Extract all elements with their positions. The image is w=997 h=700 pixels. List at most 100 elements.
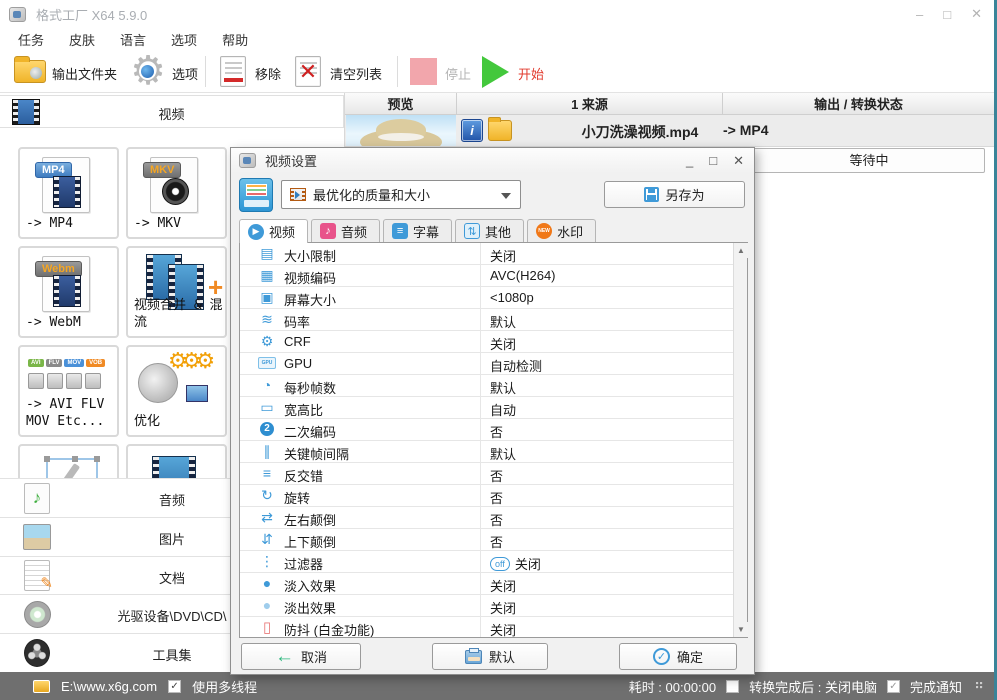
clear-list-icon[interactable]: ✕ xyxy=(295,56,321,87)
setting-row-bitrate[interactable]: ≋ 码率 默认 xyxy=(240,309,734,331)
dialog-maximize-button[interactable]: □ xyxy=(709,153,717,168)
setting-row-aspect[interactable]: ▭ 宽高比 自动 xyxy=(240,397,734,419)
remove-button[interactable]: 移除 xyxy=(255,64,281,83)
setting-row-ruler[interactable]: ▤ 大小限制 关闭 xyxy=(240,243,734,265)
status-badge: 等待中 xyxy=(753,148,985,173)
settings-table: ▤ 大小限制 关闭 ▦ 视频编码 AVC(H264) ▣ 屏幕大小 <1080p ≋ 码率 默认 ⚙ CR… xyxy=(239,242,748,638)
setting-row-keyframe[interactable]: ∥ 关键帧间隔 默认 xyxy=(240,441,734,463)
setting-label: 视频编码 xyxy=(284,271,337,286)
dialog-icon xyxy=(239,153,256,168)
maximize-button[interactable]: □ xyxy=(943,7,951,22)
check-circle-icon: ✓ xyxy=(652,648,670,665)
setting-label: 淡入效果 xyxy=(284,579,337,594)
minimize-button[interactable]: – xyxy=(916,7,923,22)
setting-row-fade-out[interactable]: ● 淡出效果 关闭 xyxy=(240,595,734,617)
setting-row-gpu[interactable]: GPU GPU 自动检测 xyxy=(240,353,734,375)
setting-value-text: 默认 xyxy=(490,381,517,396)
setting-value: 否 xyxy=(490,422,503,441)
open-folder-icon[interactable] xyxy=(488,117,512,141)
setting-row-screen[interactable]: ▣ 屏幕大小 <1080p xyxy=(240,287,734,309)
other-tab-icon: ⇅ xyxy=(464,223,481,239)
category-header-video[interactable]: 视频 xyxy=(0,95,344,128)
setting-row-two-pass[interactable]: 2 二次编码 否 xyxy=(240,419,734,441)
setting-row-deinterlace[interactable]: ≡ 反交错 否 xyxy=(240,463,734,485)
clear-list-button[interactable]: 清空列表 xyxy=(330,64,382,83)
column-preview[interactable]: 预览 xyxy=(345,93,457,114)
flip-h-icon: ⇄ xyxy=(261,509,273,525)
tab-video[interactable]: ▶ 视频 xyxy=(239,219,309,243)
output-folder-button[interactable]: 输出文件夹 xyxy=(52,64,117,83)
setting-row-filter[interactable]: ⋮ 过滤器 off 关闭 xyxy=(240,551,734,573)
setting-value-text: 关闭 xyxy=(490,601,517,616)
scroll-up-icon[interactable]: ▲ xyxy=(734,243,748,258)
status-bar: E:\www.x6g.com 使用多线程 耗时 : 00:00:00 转换完成后… xyxy=(0,672,994,700)
setting-label: 每秒帧数 xyxy=(284,381,337,396)
tab-other[interactable]: ⇅ 其他 xyxy=(455,219,525,242)
dialog-close-button[interactable]: ✕ xyxy=(733,153,744,169)
resize-grip[interactable] xyxy=(976,682,984,690)
toolbar: 输出文件夹 ⚙ 选项 移除 ✕ 清空列表 停止 开始 xyxy=(0,50,994,93)
info-icon[interactable]: i xyxy=(461,119,483,142)
video-category-label: 视频 xyxy=(158,107,185,122)
shutdown-after-label[interactable]: 转换完成后 : 关闭电脑 xyxy=(749,677,877,696)
output-path[interactable]: E:\www.x6g.com xyxy=(61,679,157,694)
card-avi-flv-mov[interactable]: AVI FLV MOV VOB -> AVI FLV MOV Etc... xyxy=(18,345,119,437)
queue-row[interactable]: i 小刀洗澡视频.mp4 -> MP4 xyxy=(345,115,994,147)
default-button[interactable]: 默认 xyxy=(432,643,548,670)
ok-button[interactable]: ✓ 确定 xyxy=(619,643,737,670)
remove-icon[interactable] xyxy=(220,56,246,87)
card-optimize[interactable]: ⚙⚙⚙ 优化 xyxy=(126,345,227,437)
menu-item-0[interactable]: 任务 xyxy=(18,30,44,49)
preset-dropdown[interactable]: 最优化的质量和大小 xyxy=(281,180,521,209)
setting-row-crf[interactable]: ⚙ CRF 关闭 xyxy=(240,331,734,353)
setting-row-rotate[interactable]: ↻ 旋转 否 xyxy=(240,485,734,507)
multithread-checkbox[interactable] xyxy=(168,679,182,693)
column-output[interactable]: 输出 / 转换状态 xyxy=(723,93,994,114)
tab-watermark[interactable]: NEW 水印 xyxy=(527,219,597,242)
menu-item-2[interactable]: 语言 xyxy=(120,30,146,49)
save-as-button[interactable]: 另存为 xyxy=(604,181,745,208)
card-webm[interactable]: Webm -> WebM xyxy=(18,246,119,338)
start-button[interactable]: 开始 xyxy=(518,64,544,83)
multithread-label[interactable]: 使用多线程 xyxy=(192,677,257,696)
dialog-minimize-button[interactable]: _ xyxy=(686,153,693,168)
setting-row-fade-in[interactable]: ● 淡入效果 关闭 xyxy=(240,573,734,595)
scrollbar[interactable]: ▲ ▼ xyxy=(733,243,748,637)
setting-value: 关闭 xyxy=(490,576,516,595)
card-mkv[interactable]: MKV -> MKV xyxy=(126,147,227,239)
start-icon[interactable] xyxy=(482,56,509,88)
default-label: 默认 xyxy=(488,650,515,665)
output-path-folder-icon[interactable] xyxy=(33,679,50,693)
setting-row-flip-v[interactable]: ⇵ 上下颠倒 否 xyxy=(240,529,734,551)
column-source[interactable]: 1 来源 xyxy=(457,93,723,114)
menu-item-1[interactable]: 皮肤 xyxy=(69,30,95,49)
setting-label: 过滤器 xyxy=(284,557,324,572)
setting-row-stabilize[interactable]: ▯ 防抖 (白金功能) 关闭 xyxy=(240,617,734,637)
cancel-button[interactable]: ← 取消 xyxy=(241,643,361,670)
card-avi-label: -> AVI FLV MOV Etc... xyxy=(26,396,105,430)
menu-item-4[interactable]: 帮助 xyxy=(222,30,248,49)
audio-tab-icon: ♪ xyxy=(320,223,337,239)
output-folder-icon[interactable] xyxy=(14,56,46,83)
menu-item-3[interactable]: 选项 xyxy=(171,30,197,49)
tab-label: 其他 xyxy=(485,224,512,240)
card-mp4[interactable]: MP4 -> MP4 xyxy=(18,147,119,239)
options-gear-icon[interactable]: ⚙ xyxy=(128,51,168,91)
webm-file-icon: Webm xyxy=(35,256,90,312)
shutdown-after-checkbox[interactable] xyxy=(726,679,740,693)
setting-row-fps[interactable]: ◔ 每秒帧数 默认 xyxy=(240,375,734,397)
options-button[interactable]: 选项 xyxy=(172,64,198,83)
notify-checkbox[interactable] xyxy=(886,679,900,693)
notify-label[interactable]: 完成通知 xyxy=(910,677,962,696)
tab-subtitle[interactable]: ≡ 字幕 xyxy=(383,219,453,242)
tab-audio[interactable]: ♪ 音频 xyxy=(311,219,381,242)
card-video-merge[interactable]: + 视频合并 & 混流 xyxy=(126,246,227,338)
preview-thumbnail[interactable] xyxy=(346,115,456,146)
close-button[interactable]: ✕ xyxy=(971,6,982,22)
scroll-down-icon[interactable]: ▼ xyxy=(734,622,748,637)
setting-label: 上下颠倒 xyxy=(284,535,337,550)
setting-label: 左右颠倒 xyxy=(284,513,337,528)
setting-row-flip-h[interactable]: ⇄ 左右颠倒 否 xyxy=(240,507,734,529)
setting-value: AVC(H264) xyxy=(490,268,556,283)
setting-row-chip[interactable]: ▦ 视频编码 AVC(H264) xyxy=(240,265,734,287)
